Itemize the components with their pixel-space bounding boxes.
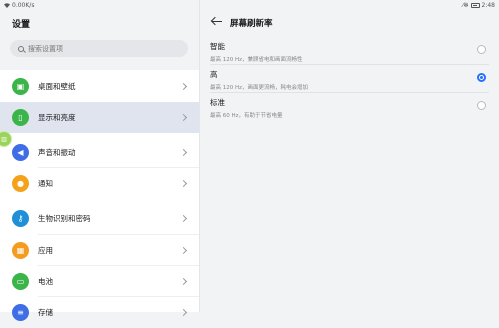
divider	[210, 64, 489, 65]
chevron-right-icon	[179, 214, 188, 223]
bell-icon: ●	[12, 175, 29, 192]
sidebar-title: 设置	[12, 20, 31, 30]
chevron-right-icon	[179, 308, 188, 317]
option-title: 高	[210, 70, 218, 79]
status-bar: 0.00K/s ⁄✻ 2:48	[0, 0, 499, 12]
option-description: 最高 120 Hz，兼顾省电和画面流畅性	[210, 57, 303, 63]
settings-sidebar: 设置 搜索设置项 ▣ 桌面和壁纸 ▯ 显示和亮度 ◀ 声音和振动 ● 通知 ⚷	[0, 0, 199, 321]
sidebar-item-notifications[interactable]: ● 通知	[0, 168, 199, 199]
sidebar-item-label: 生物识别和密码	[38, 214, 91, 223]
settings-group-2: ⚷ 生物识别和密码 ▦ 应用 ▭ 电池 ≡ 存储	[0, 202, 199, 321]
sidebar-item-sound[interactable]: ◀ 声音和振动	[0, 137, 199, 168]
key-icon: ⚷	[12, 210, 29, 227]
search-icon	[18, 45, 24, 52]
wifi-icon	[4, 3, 10, 8]
option-title: 标准	[210, 98, 225, 107]
chevron-right-icon	[179, 148, 188, 157]
radio-standard[interactable]	[477, 101, 486, 110]
search-input[interactable]: 搜索设置项	[10, 40, 188, 57]
sidebar-item-storage[interactable]: ≡ 存储	[0, 297, 199, 328]
apps-grid-icon: ▦	[12, 242, 29, 259]
sidebar-item-apps[interactable]: ▦ 应用	[0, 235, 199, 266]
sidebar-item-label: 显示和亮度	[38, 113, 76, 122]
option-high[interactable]: 高 最高 120 Hz，画面更流畅，耗电会增加	[210, 69, 495, 91]
clock: 2:48	[481, 2, 495, 9]
sidebar-item-label: 通知	[38, 179, 53, 188]
battery-status-icon	[470, 3, 480, 8]
sidebar-item-label: 声音和振动	[38, 148, 76, 157]
radio-smart[interactable]	[477, 45, 486, 54]
page-title: 屏幕刷新率	[230, 19, 273, 29]
sidebar-item-biometrics[interactable]: ⚷ 生物识别和密码	[0, 203, 199, 234]
sidebar-item-label: 电池	[38, 277, 53, 286]
option-description: 最高 60 Hz，有助于节省电量	[210, 113, 283, 119]
battery-icon: ▭	[12, 273, 29, 290]
sidebar-item-display[interactable]: ▯ 显示和亮度	[0, 102, 199, 133]
search-placeholder: 搜索设置项	[28, 44, 63, 53]
chevron-right-icon	[179, 277, 188, 286]
sidebar-item-label: 存储	[38, 308, 53, 317]
image-icon: ▣	[12, 78, 29, 95]
option-description: 最高 120 Hz，画面更流畅，耗电会增加	[210, 85, 309, 91]
chevron-right-icon	[179, 113, 188, 122]
radio-high[interactable]	[477, 73, 486, 82]
option-title: 智能	[210, 42, 225, 51]
sidebar-item-wallpaper[interactable]: ▣ 桌面和壁纸	[0, 71, 199, 102]
volume-icon: ◀	[12, 144, 29, 161]
chevron-right-icon	[179, 246, 188, 255]
chevron-right-icon	[179, 179, 188, 188]
divider	[210, 92, 489, 93]
option-standard[interactable]: 标准 最高 60 Hz，有助于节省电量	[210, 97, 495, 119]
sidebar-item-label: 应用	[38, 246, 53, 255]
sidebar-item-battery[interactable]: ▭ 电池	[0, 266, 199, 297]
detail-panel: 屏幕刷新率 智能 最高 120 Hz，兼顾省电和画面流畅性 高 最高 120 H…	[200, 0, 499, 312]
signal-icon: ⁄✻	[462, 2, 469, 9]
chevron-right-icon	[179, 82, 188, 91]
display-icon: ▯	[12, 109, 29, 126]
storage-icon: ≡	[12, 304, 29, 321]
option-smart[interactable]: 智能 最高 120 Hz，兼顾省电和画面流畅性	[210, 41, 495, 63]
back-button[interactable]	[210, 16, 222, 26]
sidebar-item-label: 桌面和壁纸	[38, 82, 76, 91]
network-speed: 0.00K/s	[12, 2, 35, 9]
back-arrow-icon	[210, 16, 220, 26]
